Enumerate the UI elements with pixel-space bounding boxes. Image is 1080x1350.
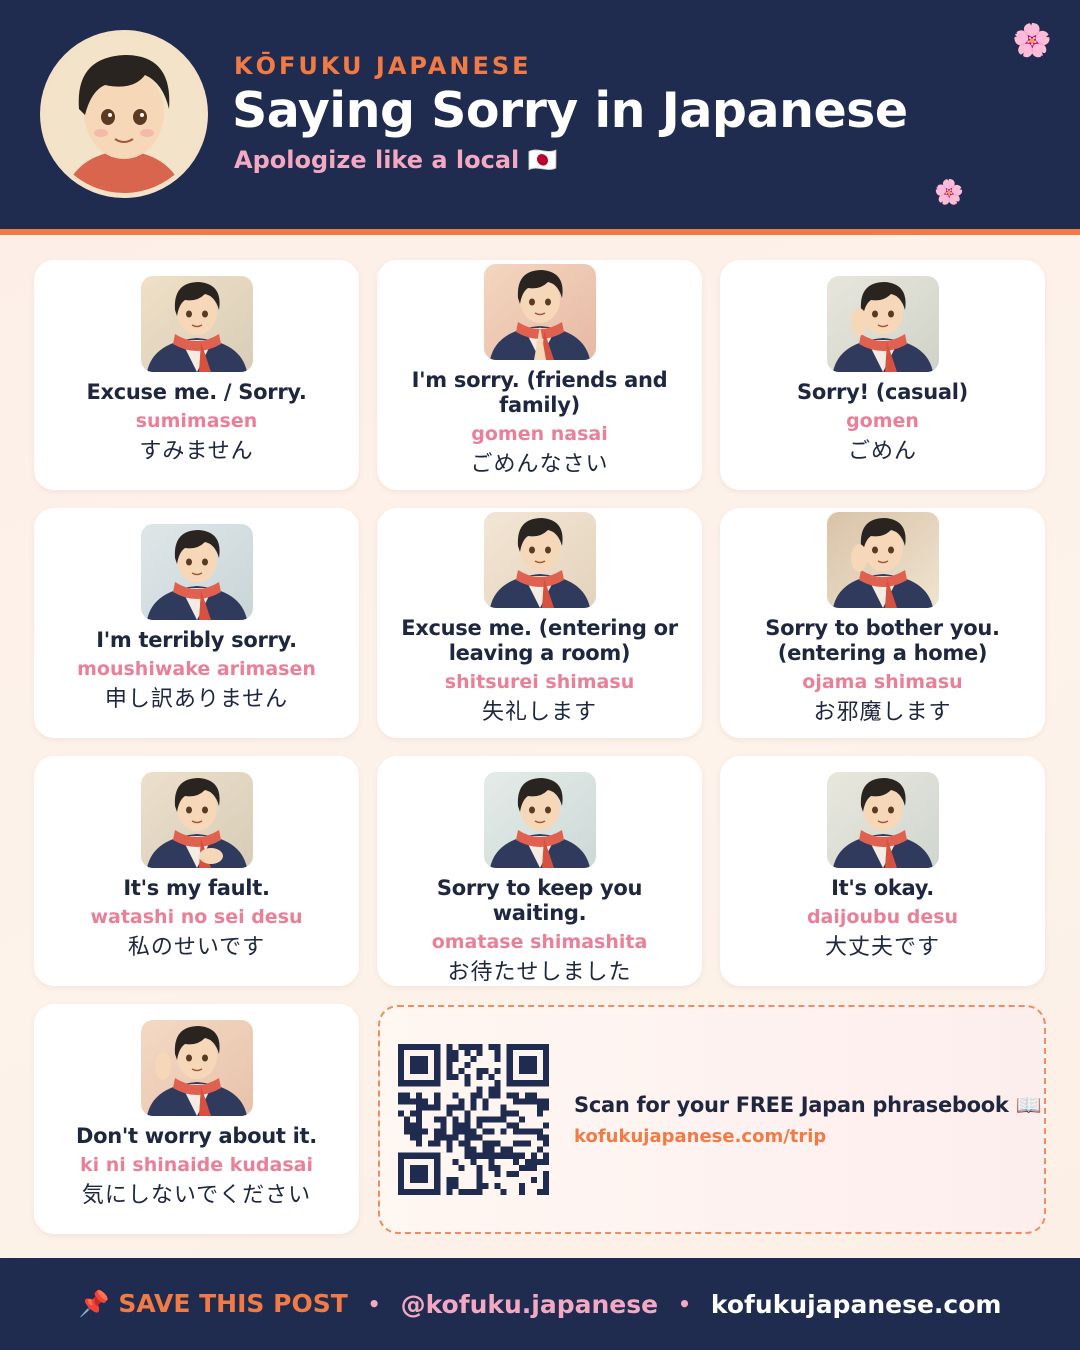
save-post-label: 📌 SAVE THIS POST [78, 1289, 348, 1318]
phrase-japanese: お待たせしました [447, 960, 632, 985]
phrase-card: Sorry to keep you waiting. omatase shima… [377, 756, 702, 986]
character-illustration [140, 276, 253, 372]
promo-link[interactable]: kofukujapanese.com/trip [574, 1126, 826, 1147]
phrase-japanese: 大丈夫です [824, 935, 940, 960]
phrase-card: It's okay. daijoubu desu 大丈夫です [720, 756, 1045, 986]
brand-name: KŌFUKU JAPANESE [234, 52, 532, 80]
phrase-romaji: gomen nasai [471, 423, 608, 445]
cherry-blossom-icon: 🌸 [934, 178, 964, 206]
phrase-romaji: moushiwake arimasen [77, 658, 316, 680]
phrase-english: Sorry! (casual) [797, 380, 968, 404]
phrase-romaji: gomen [846, 410, 919, 432]
phrase-card: Sorry! (casual) gomen ごめん [720, 260, 1045, 490]
phrase-romaji: shitsurei shimasu [444, 671, 635, 693]
phrase-english: Sorry to bother you. (entering a home) [765, 616, 1000, 665]
phrase-japanese: お邪魔します [813, 700, 952, 725]
header-banner: KŌFUKU JAPANESE Saying Sorry in Japanese… [0, 0, 1080, 229]
page-subtitle: Apologize like a local 🇯🇵 [234, 146, 558, 174]
phrase-english: I'm terribly sorry. [96, 628, 297, 652]
phrase-romaji: sumimasen [135, 410, 258, 432]
character-illustration [483, 264, 596, 360]
phrase-japanese: 申し訳ありません [104, 687, 289, 712]
footer-bar: 📌 SAVE THIS POST • @kofuku.japanese • ko… [0, 1258, 1080, 1350]
character-illustration [483, 512, 596, 608]
phrase-english: I'm sorry. (friends and family) [411, 368, 668, 417]
phrase-japanese: ごめん [847, 439, 917, 464]
qr-code-icon[interactable] [398, 1044, 549, 1195]
phrase-romaji: ojama shimasu [802, 671, 963, 693]
phrase-english: Excuse me. (entering or leaving a room) [401, 616, 678, 665]
phrase-romaji: watashi no sei desu [90, 906, 303, 928]
page-title: Saying Sorry in Japanese [232, 82, 908, 139]
phrase-card: I'm terribly sorry. moushiwake arimasen … [34, 508, 359, 738]
phrase-card: Sorry to bother you. (entering a home) o… [720, 508, 1045, 738]
phrase-english: Sorry to keep you waiting. [436, 876, 643, 925]
character-illustration [483, 772, 596, 868]
phrase-english: Excuse me. / Sorry. [86, 380, 307, 404]
footer-separator: • [367, 1292, 381, 1316]
phrase-japanese: すみません [139, 439, 254, 464]
phrase-card: Excuse me. (entering or leaving a room) … [377, 508, 702, 738]
phrase-romaji: ki ni shinaide kudasai [80, 1154, 313, 1176]
character-illustration [140, 524, 253, 620]
character-illustration [826, 512, 939, 608]
social-handle[interactable]: @kofuku.japanese [401, 1290, 659, 1319]
phrase-card: Excuse me. / Sorry. sumimasen すみません [34, 260, 359, 490]
phrase-japanese: 私のせいです [127, 935, 266, 960]
cherry-blossom-icon: 🌸 [1012, 21, 1052, 59]
character-illustration [140, 1020, 253, 1116]
phrase-japanese: ごめんなさい [470, 452, 609, 477]
character-illustration [826, 772, 939, 868]
phrase-card: It's my fault. watashi no sei desu 私のせいで… [34, 756, 359, 986]
phrase-english: It's my fault. [123, 876, 270, 900]
character-illustration [826, 276, 939, 372]
footer-separator: • [678, 1292, 691, 1316]
avatar [40, 30, 208, 198]
phrase-english: Don't worry about it. [76, 1124, 317, 1148]
phrase-card: I'm sorry. (friends and family) gomen na… [377, 260, 702, 490]
phrase-english: It's okay. [831, 876, 934, 900]
phrase-romaji: daijoubu desu [806, 906, 959, 928]
website-link[interactable]: kofukujapanese.com [711, 1290, 1002, 1319]
phrase-romaji: omatase shimashita [431, 931, 648, 953]
phrase-japanese: 気にしないでください [81, 1183, 312, 1208]
character-illustration [140, 772, 253, 868]
phrase-japanese: 失礼します [481, 700, 597, 725]
phrasebook-promo[interactable]: Scan for your FREE Japan phrasebook 📖 ko… [378, 1005, 1046, 1234]
promo-title: Scan for your FREE Japan phrasebook 📖 [574, 1093, 1042, 1117]
phrase-card: Don't worry about it. ki ni shinaide kud… [34, 1004, 359, 1234]
